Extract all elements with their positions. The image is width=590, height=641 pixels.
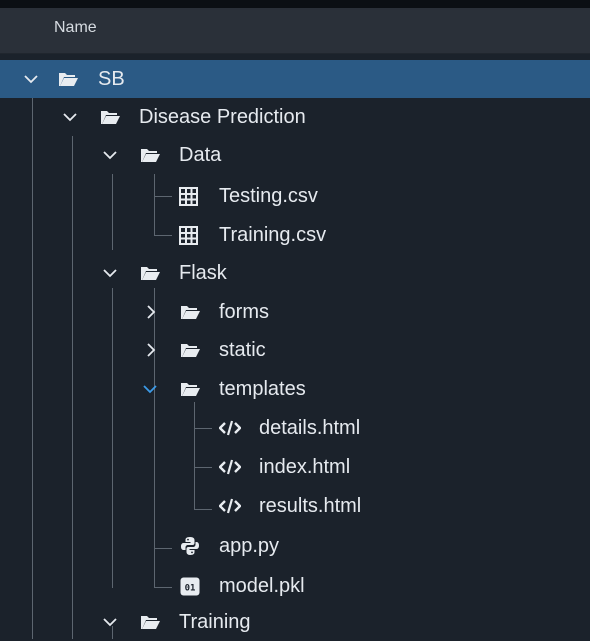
tree-item-label: index.html <box>259 456 351 478</box>
tree-item-data[interactable]: Data <box>0 136 590 174</box>
folder-open-icon <box>181 383 200 396</box>
html-code-icon <box>219 498 241 514</box>
folder-open-icon <box>141 267 160 280</box>
tree-item-label: details.html <box>259 417 361 439</box>
chevron-right-icon[interactable] <box>143 342 159 358</box>
tree-item-index-html[interactable]: index.html <box>0 448 590 486</box>
tree-item-label: Flask <box>179 262 227 284</box>
tree-item-app-py[interactable]: app.py <box>0 527 590 565</box>
tree-item-details-html[interactable]: details.html <box>0 409 590 447</box>
tree-item-templates[interactable]: templates <box>0 370 590 408</box>
folder-open-icon <box>181 344 200 357</box>
tree-item-sb[interactable]: SB <box>0 60 590 98</box>
tree-item-label: SB <box>98 68 125 90</box>
tree-item-static[interactable]: static <box>0 331 590 369</box>
tree-item-label: forms <box>219 301 269 323</box>
binary-file-icon: 01 <box>180 577 200 596</box>
svg-text:01: 01 <box>185 584 196 594</box>
tree-item-label: results.html <box>259 495 362 517</box>
tree-item-label: model.pkl <box>219 575 305 597</box>
tree-item-forms[interactable]: forms <box>0 293 590 331</box>
tree-item-label: Training.csv <box>219 224 327 246</box>
folder-open-icon <box>141 149 160 162</box>
folder-open-icon <box>181 306 200 319</box>
folder-open-icon <box>141 616 160 629</box>
file-tree: SB Disease Prediction Data Testing.csv T… <box>0 60 590 639</box>
chevron-down-icon[interactable] <box>62 109 78 125</box>
tree-item-label: Data <box>179 144 222 166</box>
html-code-icon <box>219 459 241 475</box>
chevron-down-icon[interactable] <box>102 265 118 281</box>
folder-open-icon <box>59 73 78 86</box>
chevron-down-icon[interactable] <box>102 147 118 163</box>
tree-item-model-pkl[interactable]: 01 model.pkl <box>0 567 590 605</box>
tree-item-label: templates <box>219 378 306 400</box>
column-header-name: Name <box>54 19 97 36</box>
tree-item-label: Testing.csv <box>219 185 318 207</box>
chevron-right-icon[interactable] <box>143 304 159 320</box>
column-header[interactable]: Name <box>0 8 590 54</box>
tree-item-training-csv[interactable]: Training.csv <box>0 216 590 254</box>
html-code-icon <box>219 420 241 436</box>
tree-item-training[interactable]: Training <box>0 603 590 641</box>
tree-item-flask[interactable]: Flask <box>0 254 590 292</box>
chevron-down-icon[interactable] <box>23 71 39 87</box>
tree-item-label: static <box>219 339 266 361</box>
tree-item-results-html[interactable]: results.html <box>0 487 590 525</box>
window-top-edge <box>0 0 590 8</box>
table-icon <box>179 226 198 245</box>
chevron-down-icon[interactable] <box>142 381 158 397</box>
tree-item-label: app.py <box>219 535 280 557</box>
tree-item-testing-csv[interactable]: Testing.csv <box>0 177 590 215</box>
tree-item-label: Disease Prediction <box>139 106 306 128</box>
folder-open-icon <box>101 111 120 124</box>
python-icon <box>181 537 199 555</box>
tree-item-disease-prediction[interactable]: Disease Prediction <box>0 98 590 136</box>
chevron-down-icon[interactable] <box>102 614 118 630</box>
tree-item-label: Training <box>179 611 251 633</box>
table-icon <box>179 187 198 206</box>
